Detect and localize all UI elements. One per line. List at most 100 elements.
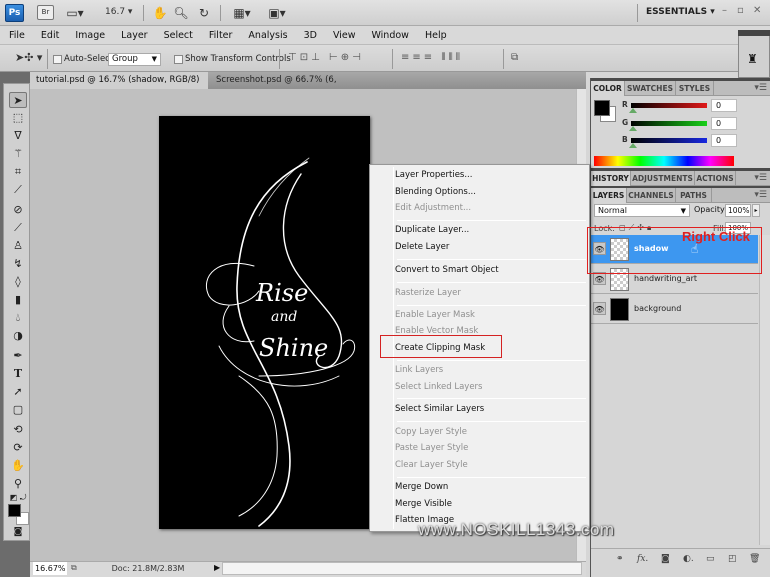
move-tool-icon[interactable]: ➤ bbox=[9, 92, 27, 108]
restore-button[interactable]: ▫ bbox=[737, 5, 744, 16]
panel-menu-icon[interactable]: ▾☰ bbox=[754, 81, 767, 96]
menu-item-layer-properties[interactable]: Layer Properties... bbox=[395, 168, 472, 183]
green-slider-thumb[interactable] bbox=[629, 126, 637, 131]
foreground-color-swatch[interactable] bbox=[8, 504, 21, 517]
menu-item-merge-visible[interactable]: Merge Visible bbox=[395, 497, 452, 512]
tab-screenshot-psd[interactable]: Screenshot.psd @ 66.7% (6, RGB/8#) × bbox=[210, 72, 380, 102]
screen-mode-icon[interactable]: ▭▾ bbox=[62, 5, 88, 21]
crop-tool-icon[interactable]: ⌗ bbox=[9, 164, 27, 180]
screen-layout-icon[interactable]: ▣▾ bbox=[264, 5, 290, 21]
panel-menu-icon[interactable]: ▾☰ bbox=[754, 188, 767, 203]
menu-item-paste-layer-style[interactable]: Paste Layer Style bbox=[395, 441, 468, 456]
launch-bridge-button[interactable]: Br bbox=[37, 5, 54, 20]
menu-help[interactable]: Help bbox=[425, 30, 447, 41]
color-foreground-swatch[interactable] bbox=[594, 100, 610, 116]
red-slider-thumb[interactable] bbox=[629, 108, 637, 113]
document-canvas[interactable]: Rise and Shine bbox=[159, 116, 370, 529]
horizontal-scrollbar[interactable] bbox=[222, 562, 582, 575]
hand-tool-icon[interactable]: ✋ bbox=[9, 458, 27, 474]
show-transform-checkbox[interactable] bbox=[174, 55, 183, 64]
brush-tool-icon[interactable]: ⟋ bbox=[9, 220, 27, 236]
menu-edit[interactable]: Edit bbox=[41, 30, 59, 41]
add-mask-icon[interactable]: ◙ bbox=[661, 554, 670, 564]
type-tool-icon[interactable]: T bbox=[9, 366, 27, 382]
delete-layer-icon[interactable]: 🗑︎ bbox=[749, 554, 760, 564]
new-group-icon[interactable]: ▭ bbox=[706, 554, 715, 564]
clone-stamp-tool-icon[interactable]: ♙ bbox=[9, 238, 27, 254]
tab-color[interactable]: COLOR bbox=[591, 81, 625, 96]
blue-slider[interactable] bbox=[631, 138, 707, 143]
pen-tool-icon[interactable]: ✒ bbox=[9, 348, 27, 364]
tab-actions[interactable]: ACTIONS bbox=[695, 171, 736, 186]
menu-item-delete-layer[interactable]: Delete Layer bbox=[395, 240, 449, 255]
menu-item-duplicate-layer[interactable]: Duplicate Layer... bbox=[395, 223, 469, 238]
close-window-button[interactable]: ✕ bbox=[753, 5, 761, 16]
path-selection-tool-icon[interactable]: ➚ bbox=[9, 384, 27, 400]
red-value-input[interactable]: 0 bbox=[711, 99, 737, 112]
menu-item-select-linked-layers[interactable]: Select Linked Layers bbox=[395, 380, 482, 395]
hand-icon[interactable]: ✋ bbox=[152, 5, 168, 21]
menu-item-blending-options[interactable]: Blending Options... bbox=[395, 185, 476, 200]
menu-item-clear-layer-style[interactable]: Clear Layer Style bbox=[395, 458, 468, 473]
menu-item-link-layers[interactable]: Link Layers bbox=[395, 363, 443, 378]
tab-channels[interactable]: CHANNELS bbox=[627, 188, 676, 203]
menu-filter[interactable]: Filter bbox=[209, 30, 233, 41]
marquee-tool-icon[interactable]: ⬚ bbox=[9, 110, 27, 126]
move-tool-preset-icon[interactable]: ➤✣ ▾ bbox=[15, 51, 42, 64]
eyedropper-tool-icon[interactable]: ⟋ bbox=[9, 182, 27, 198]
gradient-tool-icon[interactable]: ▮ bbox=[9, 292, 27, 308]
tab-layers[interactable]: LAYERS bbox=[591, 188, 627, 203]
menu-window[interactable]: Window bbox=[371, 30, 408, 41]
3d-orbit-tool-icon[interactable]: ⟳ bbox=[9, 440, 27, 456]
auto-select-checkbox[interactable] bbox=[53, 55, 62, 64]
blue-slider-thumb[interactable] bbox=[629, 143, 637, 148]
blur-tool-icon[interactable]: 💧︎ bbox=[9, 310, 27, 326]
distribute-buttons[interactable]: ≡≡≡ ⫴⫴⫴ bbox=[401, 52, 463, 63]
link-layers-icon[interactable]: ⚭ bbox=[616, 554, 624, 564]
history-brush-tool-icon[interactable]: ↯ bbox=[9, 256, 27, 272]
quick-mask-icon[interactable]: ◙ bbox=[9, 524, 27, 540]
dodge-tool-icon[interactable]: ◑ bbox=[9, 328, 27, 344]
menu-file[interactable]: File bbox=[9, 30, 25, 41]
red-slider[interactable] bbox=[631, 103, 707, 108]
zoom-icon[interactable]: 🔍︎ bbox=[173, 5, 189, 21]
auto-select-dropdown[interactable]: Group ▼ bbox=[108, 53, 161, 66]
rotate-view-icon[interactable]: ↻ bbox=[196, 5, 212, 21]
layer-style-icon[interactable]: fx. bbox=[637, 554, 648, 564]
status-preview-icon[interactable]: ⧉ bbox=[71, 563, 77, 573]
layer-row-background[interactable]: 👁︎ background bbox=[591, 295, 758, 324]
menu-item-merge-down[interactable]: Merge Down bbox=[395, 480, 448, 495]
opacity-slider-arrow[interactable]: ▸ bbox=[752, 204, 760, 217]
menu-item-rasterize-layer[interactable]: Rasterize Layer bbox=[395, 286, 461, 301]
green-value-input[interactable]: 0 bbox=[711, 117, 737, 130]
menu-item-convert-smart-object[interactable]: Convert to Smart Object bbox=[395, 263, 499, 278]
minimize-button[interactable]: – bbox=[722, 5, 727, 16]
menu-image[interactable]: Image bbox=[75, 30, 105, 41]
menu-analysis[interactable]: Analysis bbox=[248, 30, 287, 41]
opacity-input[interactable]: 100% bbox=[725, 204, 751, 217]
menu-item-copy-layer-style[interactable]: Copy Layer Style bbox=[395, 425, 467, 440]
menu-item-enable-layer-mask[interactable]: Enable Layer Mask bbox=[395, 308, 475, 323]
blend-mode-dropdown[interactable]: Normal ▼ bbox=[594, 204, 690, 217]
tab-swatches[interactable]: SWATCHES bbox=[625, 81, 676, 96]
menu-item-select-similar-layers[interactable]: Select Similar Layers bbox=[395, 402, 484, 417]
menu-item-edit-adjustment[interactable]: Edit Adjustment... bbox=[395, 201, 471, 216]
arrange-documents-icon[interactable]: ▦▾ bbox=[229, 5, 255, 21]
blue-value-input[interactable]: 0 bbox=[711, 134, 737, 147]
healing-brush-tool-icon[interactable]: ⊘ bbox=[9, 202, 27, 218]
tab-styles[interactable]: STYLES bbox=[676, 81, 714, 96]
magic-wand-tool-icon[interactable]: ⚚ bbox=[9, 146, 27, 162]
menu-3d[interactable]: 3D bbox=[304, 30, 317, 41]
layers-scrollbar[interactable] bbox=[759, 235, 770, 545]
panel-menu-icon[interactable]: ▾☰ bbox=[754, 171, 767, 186]
tab-history[interactable]: HISTORY bbox=[591, 171, 631, 186]
menu-layer[interactable]: Layer bbox=[121, 30, 148, 41]
eraser-tool-icon[interactable]: ◊ bbox=[9, 274, 27, 290]
zoom-percent-field[interactable]: 16.67% bbox=[33, 562, 67, 575]
eye-icon[interactable]: 👁︎ bbox=[593, 302, 606, 315]
menu-view[interactable]: View bbox=[333, 30, 356, 41]
shape-tool-icon[interactable]: ▢ bbox=[9, 402, 27, 418]
3d-rotate-tool-icon[interactable]: ⟲ bbox=[9, 422, 27, 438]
auto-align-button[interactable]: ⧉ bbox=[511, 52, 521, 63]
zoom-level-dropdown[interactable]: 16.7 ▾ bbox=[105, 7, 132, 17]
